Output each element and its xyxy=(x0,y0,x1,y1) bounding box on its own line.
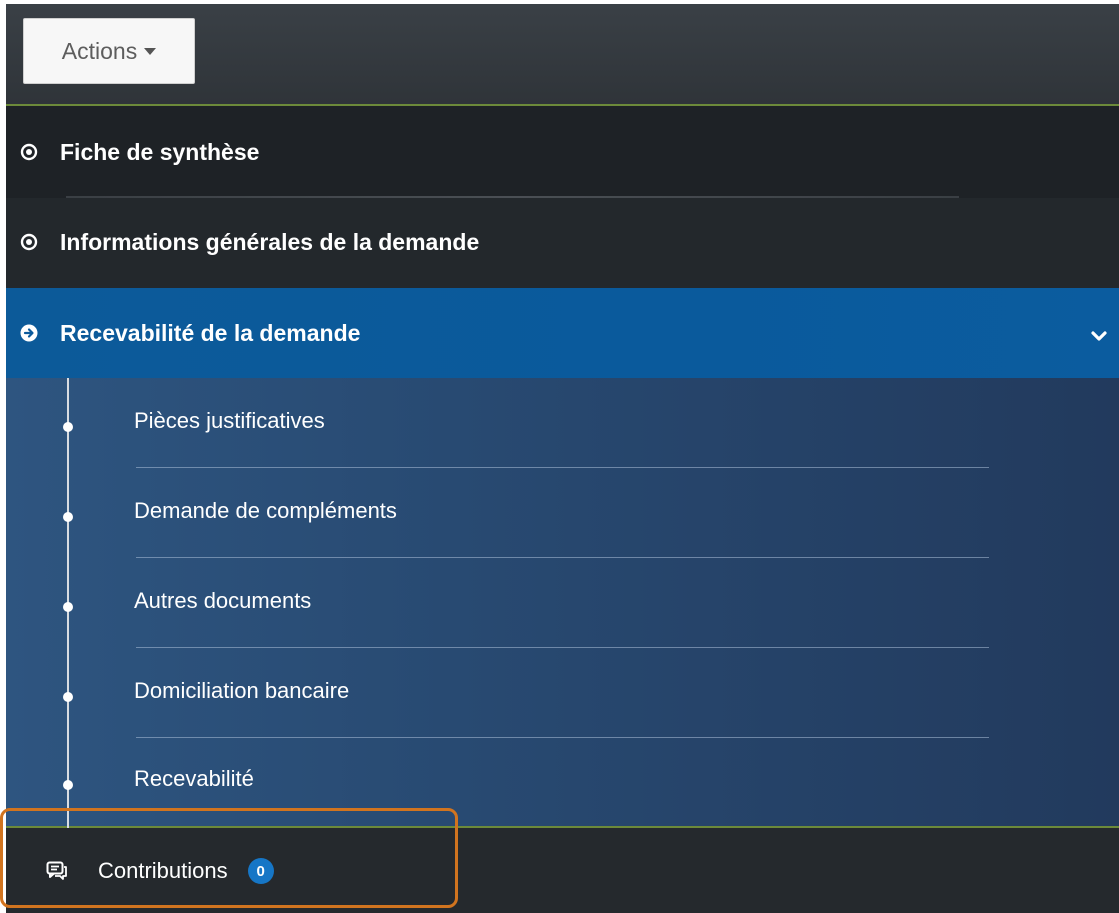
menu-item-label: Informations générales de la demande xyxy=(60,228,480,255)
menu-item-informations-generales[interactable]: Informations générales de la demande xyxy=(6,198,1119,286)
circle-dot-icon xyxy=(20,143,38,161)
top-toolbar: Actions xyxy=(6,4,1119,106)
circle-dot-icon xyxy=(20,233,38,251)
tree-node-dot xyxy=(63,512,73,522)
submenu-item-domiciliation-bancaire[interactable]: Domiciliation bancaire xyxy=(6,648,1119,738)
chevron-down-icon[interactable] xyxy=(1091,322,1107,349)
caret-down-icon xyxy=(144,47,157,55)
tree-node-dot xyxy=(63,602,73,612)
menu-item-label: Recevabilité de la demande xyxy=(60,319,361,346)
submenu-recevabilite: Pièces justificatives Demande de complém… xyxy=(6,378,1119,830)
contributions-link[interactable]: Contributions 0 xyxy=(46,858,274,884)
submenu-item-pieces-justificatives[interactable]: Pièces justificatives xyxy=(6,378,1119,468)
submenu-item-label: Pièces justificatives xyxy=(134,408,325,433)
tree-node-dot xyxy=(63,422,73,432)
bottom-bar: Contributions 0 xyxy=(6,828,1119,913)
submenu-item-label: Autres documents xyxy=(134,588,312,613)
tree-node-dot xyxy=(63,780,73,790)
comments-icon xyxy=(46,861,68,881)
tree-node-dot xyxy=(63,692,73,702)
submenu-item-demande-de-complements[interactable]: Demande de compléments xyxy=(6,468,1119,558)
actions-button-label: Actions xyxy=(61,37,138,64)
submenu-item-recevabilite[interactable]: Recevabilité xyxy=(6,736,1119,826)
actions-dropdown-button[interactable]: Actions xyxy=(23,18,195,84)
contributions-label: Contributions xyxy=(98,858,228,883)
menu-item-recevabilite-de-la-demande[interactable]: Recevabilité de la demande xyxy=(6,288,1119,378)
submenu-item-autres-documents[interactable]: Autres documents xyxy=(6,558,1119,648)
submenu-item-label: Domiciliation bancaire xyxy=(134,678,350,703)
submenu-item-label: Recevabilité xyxy=(134,766,254,791)
contributions-count-badge: 0 xyxy=(247,858,274,884)
app-frame: Actions Fiche de synthèse Informations g… xyxy=(6,4,1119,913)
submenu-item-label: Demande de compléments xyxy=(134,498,397,523)
arrow-circle-right-icon xyxy=(20,324,38,342)
menu-item-fiche-de-synthese[interactable]: Fiche de synthèse xyxy=(6,106,1119,198)
menu-item-label: Fiche de synthèse xyxy=(60,138,260,165)
